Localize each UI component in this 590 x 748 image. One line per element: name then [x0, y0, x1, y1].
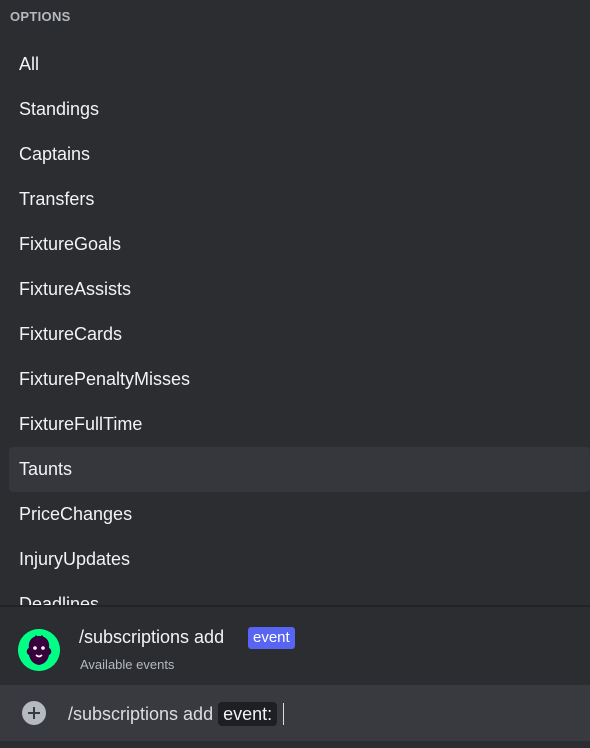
option-item-captains[interactable]: Captains — [9, 132, 590, 177]
command-description: Available events — [80, 657, 175, 672]
option-item-deadlines[interactable]: Deadlines — [9, 582, 590, 607]
message-input[interactable]: /subscriptions add event: — [68, 702, 285, 726]
option-item-standings[interactable]: Standings — [9, 87, 590, 132]
option-label: Captains — [19, 144, 91, 164]
option-item-fixturepenaltymisses[interactable]: FixturePenaltyMisses — [9, 357, 590, 402]
option-label: FixtureCards — [19, 324, 123, 344]
event-param-chip[interactable]: event: — [218, 702, 278, 726]
option-item-all[interactable]: All — [9, 42, 590, 87]
message-input-bar[interactable]: /subscriptions add event: — [0, 685, 590, 741]
option-label: Transfers — [19, 189, 95, 209]
option-item-transfers[interactable]: Transfers — [9, 177, 590, 222]
premier-league-lion-icon — [18, 629, 60, 671]
option-item-fixturecards[interactable]: FixtureCards — [9, 312, 590, 357]
input-command-text: /subscriptions add — [68, 703, 214, 724]
option-item-fixturefulltime[interactable]: FixtureFullTime — [9, 402, 590, 447]
command-param-tag: event — [248, 627, 295, 649]
option-label: FixtureAssists — [19, 279, 132, 299]
options-panel: OPTIONS All Standings Captains Transfers… — [0, 0, 590, 607]
option-item-pricechanges[interactable]: PriceChanges — [9, 492, 590, 537]
plus-circle-icon[interactable] — [22, 701, 46, 725]
command-suggestion[interactable]: /subscriptions add event Available event… — [0, 607, 590, 685]
option-item-fixtureassists[interactable]: FixtureAssists — [9, 267, 590, 312]
option-label: FixturePenaltyMisses — [19, 369, 191, 389]
option-label: FixtureGoals — [19, 234, 122, 254]
option-label: FixtureFullTime — [19, 414, 143, 434]
discord-slash-command-ui: OPTIONS All Standings Captains Transfers… — [0, 0, 590, 748]
option-label: PriceChanges — [19, 504, 133, 524]
option-item-taunts[interactable]: Taunts — [9, 447, 590, 492]
option-item-injuryupdates[interactable]: InjuryUpdates — [9, 537, 590, 582]
command-name: /subscriptions add — [79, 627, 225, 647]
option-label: Standings — [19, 99, 100, 119]
option-label: Taunts — [19, 459, 73, 479]
option-label: InjuryUpdates — [19, 549, 131, 569]
option-label: All — [19, 54, 40, 74]
text-cursor — [283, 703, 285, 725]
options-header: OPTIONS — [10, 9, 71, 24]
option-list: All Standings Captains Transfers Fixture… — [9, 42, 590, 607]
option-item-fixturegoals[interactable]: FixtureGoals — [9, 222, 590, 267]
